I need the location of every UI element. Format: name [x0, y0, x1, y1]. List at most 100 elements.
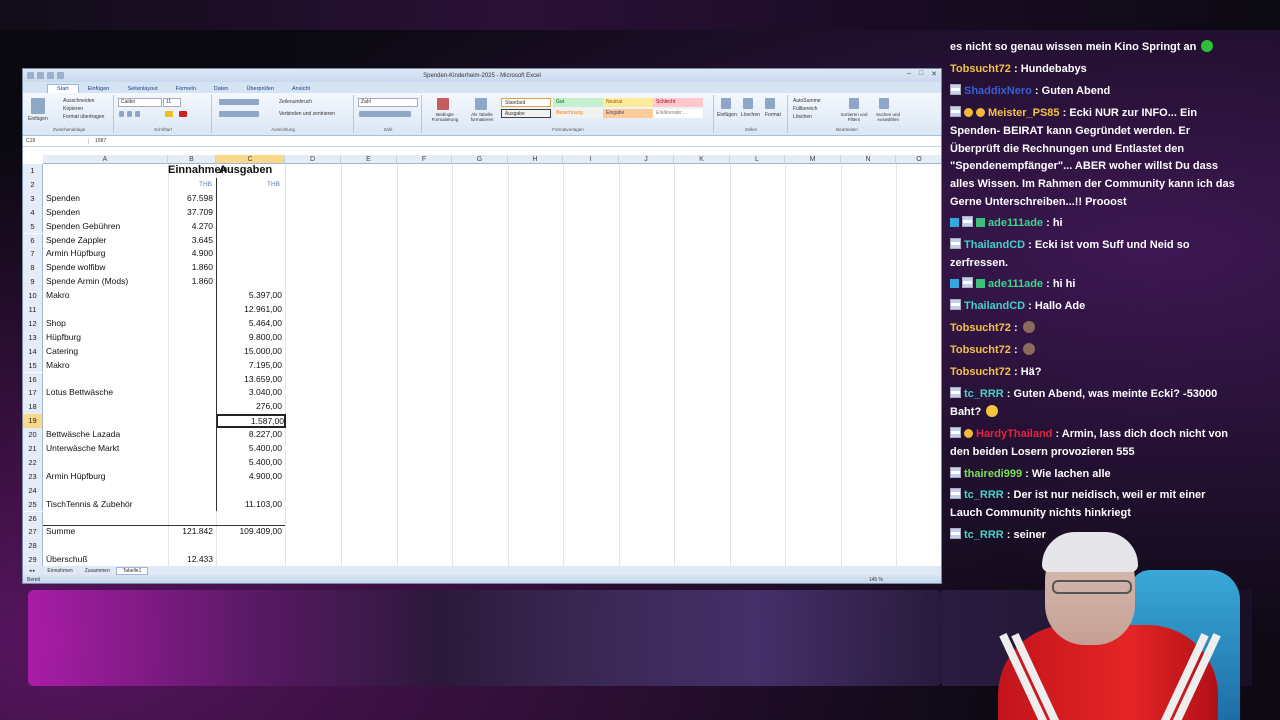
- chat-username[interactable]: Tobsucht72: [950, 344, 1011, 356]
- sheet-tab-tabelle1[interactable]: Tabelle1: [115, 566, 149, 575]
- cell-a27[interactable]: Summe: [46, 525, 166, 539]
- style-berechnung[interactable]: Berechnung: [553, 109, 603, 118]
- sheet-nav[interactable]: ◂ ▸: [23, 568, 41, 574]
- cell-b9[interactable]: 1.860: [168, 275, 213, 289]
- paste-icon[interactable]: [31, 98, 45, 114]
- cell-c16[interactable]: 13.659,00: [216, 373, 282, 387]
- cell-a25[interactable]: TischTennis & Zubehör: [46, 498, 166, 512]
- clear-button[interactable]: Löschen: [793, 114, 812, 120]
- cell-a21[interactable]: Unterwäsche Markt: [46, 442, 166, 456]
- percent-icon[interactable]: [359, 111, 411, 117]
- row-header[interactable]: 2: [23, 177, 43, 192]
- insert-cells-icon[interactable]: [721, 98, 731, 109]
- sheet-tab-einnahmen[interactable]: Einnahmen: [41, 568, 78, 574]
- style-standard[interactable]: Standard: [501, 98, 551, 107]
- row-header[interactable]: 7: [23, 247, 43, 262]
- row-header[interactable]: 23: [23, 469, 43, 484]
- cell-a7[interactable]: Armin Hüpfburg: [46, 247, 166, 261]
- row-header[interactable]: 11: [23, 303, 43, 317]
- column-header-k[interactable]: K: [674, 155, 730, 164]
- formula-input[interactable]: 1587: [89, 138, 106, 144]
- style-erklaerend[interactable]: Erklärender ...: [653, 109, 703, 118]
- row-header[interactable]: 25: [23, 497, 43, 512]
- column-header-f[interactable]: F: [397, 155, 452, 164]
- cell-a17[interactable]: Lotus Bettwäsche: [46, 386, 166, 400]
- cell-a8[interactable]: Spende wolfibw: [46, 261, 166, 275]
- column-header-l[interactable]: L: [730, 155, 785, 164]
- tab-daten[interactable]: Daten: [205, 85, 238, 93]
- row-header[interactable]: 26: [23, 511, 43, 526]
- row-header[interactable]: 16: [23, 372, 43, 387]
- chat-username[interactable]: ShaddixNero: [964, 85, 1032, 97]
- format-as-table-icon[interactable]: [475, 98, 487, 110]
- fill-color-icon[interactable]: [165, 111, 173, 117]
- row-header[interactable]: 14: [23, 344, 43, 359]
- column-header-g[interactable]: G: [452, 155, 508, 164]
- column-header-i[interactable]: I: [563, 155, 619, 164]
- style-neutral[interactable]: Neutral: [603, 98, 653, 107]
- row-header[interactable]: 9: [23, 275, 43, 290]
- cell-b5[interactable]: 4.270: [168, 220, 213, 234]
- row-header[interactable]: 4: [23, 205, 43, 220]
- row-header[interactable]: 8: [23, 261, 43, 276]
- maximize-icon[interactable]: □: [919, 70, 923, 78]
- style-gut[interactable]: Gut: [553, 98, 603, 107]
- cell-c20[interactable]: 8.227,00: [216, 428, 282, 442]
- tab-seitenlayout[interactable]: Seitenlayout: [118, 85, 166, 93]
- row-header[interactable]: 10: [23, 289, 43, 303]
- cell-a6[interactable]: Spende Zappler: [46, 234, 166, 248]
- column-header-m[interactable]: M: [785, 155, 841, 164]
- cut-button[interactable]: Ausschneiden: [63, 98, 94, 104]
- close-icon[interactable]: ✕: [931, 70, 937, 78]
- cell-c22[interactable]: 5.400,00: [216, 456, 282, 470]
- cell-c10[interactable]: 5.397,00: [216, 289, 282, 303]
- cell-a29[interactable]: Überschuß: [46, 553, 166, 567]
- cell-a13[interactable]: Hüpfburg: [46, 331, 166, 345]
- cell-a9[interactable]: Spende Armin (Mods): [46, 275, 166, 289]
- tab-formeln[interactable]: Formeln: [167, 85, 205, 93]
- row-header[interactable]: 12: [23, 316, 43, 331]
- column-header-a[interactable]: A: [43, 155, 168, 164]
- chat-username[interactable]: thairedi999: [964, 468, 1022, 480]
- font-color-icon[interactable]: [179, 111, 187, 117]
- cell-c17[interactable]: 3.040,00: [216, 386, 282, 400]
- cell-c1[interactable]: Ausgaben: [219, 164, 285, 178]
- tab-ansicht[interactable]: Ansicht: [283, 85, 319, 93]
- column-header-o[interactable]: O: [896, 155, 941, 164]
- row-header[interactable]: 13: [23, 330, 43, 345]
- tab-einfuegen[interactable]: Einfügen: [79, 85, 119, 93]
- sort-filter-button[interactable]: Sortieren und Filtern: [837, 112, 871, 122]
- paste-button[interactable]: Einfügen: [28, 116, 48, 122]
- chat-username[interactable]: ade111ade: [988, 217, 1043, 229]
- column-header-h[interactable]: H: [508, 155, 563, 164]
- conditional-format-icon[interactable]: [437, 98, 449, 110]
- tab-start[interactable]: Start: [47, 84, 79, 93]
- wrap-text-button[interactable]: Zeilenumbruch: [279, 99, 312, 105]
- cell-a23[interactable]: Armin Hüpfburg: [46, 470, 166, 484]
- cell-b27[interactable]: 121.842: [168, 525, 213, 539]
- cell-c12[interactable]: 5.464,00: [216, 317, 282, 331]
- cell-a12[interactable]: Shop: [46, 317, 166, 331]
- copy-button[interactable]: Kopieren: [63, 106, 83, 112]
- cell-b7[interactable]: 4.900: [168, 247, 213, 261]
- bold-icon[interactable]: [119, 111, 124, 117]
- chat-username[interactable]: Meister_PS85: [988, 107, 1060, 119]
- column-header-j[interactable]: J: [619, 155, 674, 164]
- row-header[interactable]: 28: [23, 539, 43, 554]
- cell-a10[interactable]: Makro: [46, 289, 166, 303]
- autosum-button[interactable]: AutoSumme: [793, 98, 821, 104]
- column-header-e[interactable]: E: [341, 155, 397, 164]
- cell-c13[interactable]: 9.800,00: [216, 331, 282, 345]
- cell-c15[interactable]: 7.195,00: [216, 359, 282, 373]
- italic-icon[interactable]: [127, 111, 132, 117]
- cell-b4[interactable]: 37.709: [168, 206, 213, 220]
- cell-c18[interactable]: 276,00: [216, 400, 282, 414]
- chat-username[interactable]: Tobsucht72: [950, 63, 1011, 75]
- column-header-c[interactable]: C: [216, 155, 285, 164]
- underline-icon[interactable]: [135, 111, 140, 117]
- row-header[interactable]: 22: [23, 455, 43, 470]
- chat-username[interactable]: ThailandCD: [964, 300, 1025, 312]
- column-header-d[interactable]: D: [285, 155, 341, 164]
- number-format-select[interactable]: Zahl: [358, 98, 418, 107]
- cell-a3[interactable]: Spenden: [46, 192, 166, 206]
